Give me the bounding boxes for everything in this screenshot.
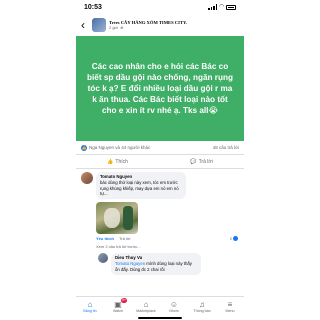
comment-reply-button[interactable]: Trả lời [119, 236, 130, 241]
love-button[interactable]: Yêu thích [96, 236, 114, 241]
avatar[interactable] [98, 253, 108, 264]
wifi-icon: ◠ [219, 4, 224, 10]
bell-icon: ♫ [199, 300, 205, 309]
watch-badge: 9+ [121, 298, 127, 303]
post-time: 2 giờ [109, 25, 119, 30]
comment-footer: Yêu thích Trả lời 2 [76, 234, 244, 242]
nav-marketplace[interactable]: ⌂ Marketplace [134, 300, 158, 313]
nav-watch-label: Watch [112, 309, 124, 313]
like-label: Thích [115, 158, 128, 165]
comment-item: Tomato Nguyen bác dùng thử loại này xem,… [76, 169, 244, 200]
status-icons: ◠ [208, 4, 236, 10]
home-indicator [138, 317, 182, 319]
reaction-icon [233, 236, 238, 242]
nav-marketplace-label: Marketplace [136, 309, 156, 313]
phone-screen: 10:53 ◠ ‹ Trees CÂY HÀNG XÓM TIMES CITY.… [76, 0, 244, 320]
comment-icon: 💬 [190, 158, 197, 165]
groups-icon: ☺ [169, 300, 179, 309]
post-header: ‹ Trees CÂY HÀNG XÓM TIMES CITY. 2 giờ ⊕ [76, 14, 244, 36]
comment-reaction-count[interactable]: 2 [229, 236, 238, 242]
view-previous-replies[interactable]: Xem 2 câu trả lời trước... [76, 241, 244, 249]
nav-home[interactable]: ⌂ Bảng tin [78, 300, 102, 313]
globe-icon: ⊕ [120, 25, 124, 30]
reply-button[interactable]: 💬 Trả lời [190, 159, 212, 165]
reactions-summary[interactable]: 👍 Nga Nguyen và 44 người khác [81, 144, 151, 151]
signal-icon [208, 4, 218, 10]
comment-text: bác dùng thử loại này xem, tóc em trước … [100, 179, 179, 197]
reply-mention[interactable]: Tomato Nguyen [115, 261, 145, 266]
menu-icon: ≡ [227, 300, 233, 309]
nav-groups[interactable]: ☺ Nhóm [162, 300, 186, 313]
reply-item: Dieu Thuy Vu Tomato Nguyen mình dùng loạ… [76, 249, 244, 275]
like-reaction-icon: 👍 [81, 144, 87, 151]
reply-content: Tomato Nguyen mình dùng loại này thấy ổn… [115, 261, 197, 273]
nav-watch[interactable]: ▣ 9+ Watch [106, 298, 130, 313]
thumbs-up-icon: 👍 [107, 158, 114, 165]
post-banner: Các cao nhân cho e hỏi các Bác co biết s… [76, 36, 244, 141]
reactions-text: Nga Nguyen và 44 người khác [89, 145, 151, 150]
nav-notifications[interactable]: ♫ Thông báo [190, 300, 214, 313]
post-actions: 👍 Thích 💬 Trả lời [76, 154, 244, 169]
nav-notifications-label: Thông báo [193, 309, 211, 313]
status-time: 10:53 [84, 3, 102, 11]
bottom-nav: ⌂ Bảng tin ▣ 9+ Watch ⌂ Marketplace ☺ Nh… [76, 296, 244, 320]
reactions-bar[interactable]: 👍 Nga Nguyen và 44 người khác 48 câu trả… [76, 141, 244, 154]
nav-home-label: Bảng tin [83, 309, 97, 313]
reply-bubble[interactable]: Dieu Thuy Vu Tomato Nguyen mình dùng loạ… [111, 253, 201, 275]
nav-groups-label: Nhóm [169, 309, 179, 313]
home-icon: ⌂ [87, 300, 93, 309]
nav-menu-label: Menu [225, 309, 235, 313]
post-text: Các cao nhân cho e hỏi các Bác co biết s… [86, 61, 233, 116]
store-icon: ⌂ [143, 300, 149, 309]
comment-bubble[interactable]: Tomato Nguyen bác dùng thử loại này xem,… [96, 172, 186, 200]
group-avatar[interactable] [92, 18, 106, 32]
comment-photo[interactable] [96, 202, 138, 235]
comment-reaction-number: 2 [229, 236, 232, 242]
status-bar: 10:53 ◠ [76, 0, 244, 14]
nav-menu[interactable]: ≡ Menu [218, 300, 242, 313]
comments-count[interactable]: 48 câu trả lời [213, 145, 239, 150]
like-button[interactable]: 👍 Thích [107, 159, 128, 165]
battery-icon [226, 4, 236, 10]
post-header-text: Trees CÂY HÀNG XÓM TIMES CITY. 2 giờ ⊕ [109, 20, 187, 30]
back-arrow-icon[interactable]: ‹ [81, 19, 89, 31]
avatar[interactable] [81, 172, 93, 184]
reply-label: Trả lời [198, 158, 213, 165]
post-meta: 2 giờ ⊕ [109, 25, 187, 30]
